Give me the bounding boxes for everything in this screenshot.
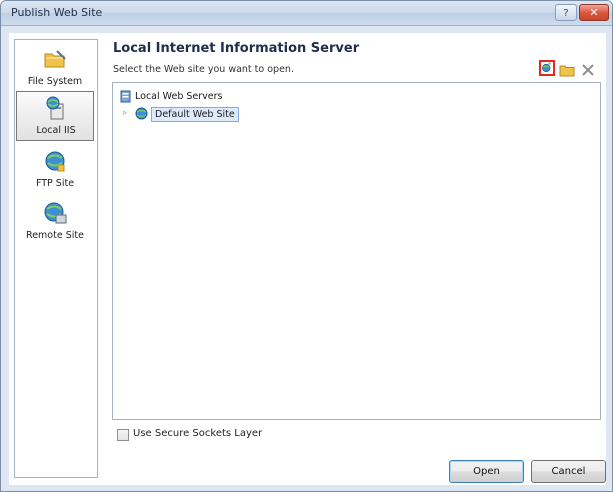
dialog-title: Publish Web Site xyxy=(11,6,103,19)
ssl-checkbox-label[interactable]: Use Secure Sockets Layer xyxy=(133,428,262,439)
expand-arrow-icon[interactable]: ▹ xyxy=(123,108,127,117)
help-button[interactable]: ? xyxy=(555,4,577,21)
tree-node-local-web-servers[interactable]: Local Web Servers xyxy=(119,90,259,103)
tree-node-label: Default Web Site xyxy=(151,107,239,122)
sidebar-item-local-iis[interactable]: Local IIS xyxy=(16,91,94,141)
tree-node-default-web-site[interactable]: Default Web Site xyxy=(135,107,245,122)
cancel-button[interactable]: Cancel xyxy=(531,460,606,483)
remote-site-icon xyxy=(44,202,67,224)
web-site-globe-icon xyxy=(135,107,148,120)
web-site-tree: Local Web Servers ▹ Default Web Site xyxy=(112,82,601,420)
ssl-checkbox[interactable] xyxy=(117,429,129,441)
open-button[interactable]: Open xyxy=(449,460,524,483)
sidebar-item-file-system[interactable]: File System xyxy=(16,43,94,93)
instruction-text: Select the Web site you want to open. xyxy=(113,64,294,75)
sidebar-item-ftp-site[interactable]: FTP Site xyxy=(16,145,94,195)
delete-icon[interactable] xyxy=(580,62,596,78)
sidebar-item-label: FTP Site xyxy=(35,178,75,189)
tree-node-label: Local Web Servers xyxy=(135,91,223,102)
page-title: Local Internet Information Server xyxy=(113,41,360,56)
create-web-application-icon[interactable] xyxy=(539,60,555,76)
location-sidebar: File System Local IIS FTP Site Remote Si… xyxy=(14,39,98,478)
close-button[interactable]: ✕ xyxy=(579,4,609,21)
create-virtual-directory-icon[interactable] xyxy=(559,62,575,78)
ftp-globe-icon xyxy=(45,151,65,172)
sidebar-item-label: Remote Site xyxy=(26,230,84,241)
sidebar-item-remote-site[interactable]: Remote Site xyxy=(16,197,94,247)
local-iis-icon xyxy=(46,96,64,120)
sidebar-item-label: File System xyxy=(27,76,83,87)
folder-icon xyxy=(44,50,66,68)
sidebar-item-label: Local IIS xyxy=(36,125,76,136)
title-bar[interactable]: Publish Web Site ? ✕ xyxy=(1,1,612,26)
server-icon xyxy=(120,90,131,103)
